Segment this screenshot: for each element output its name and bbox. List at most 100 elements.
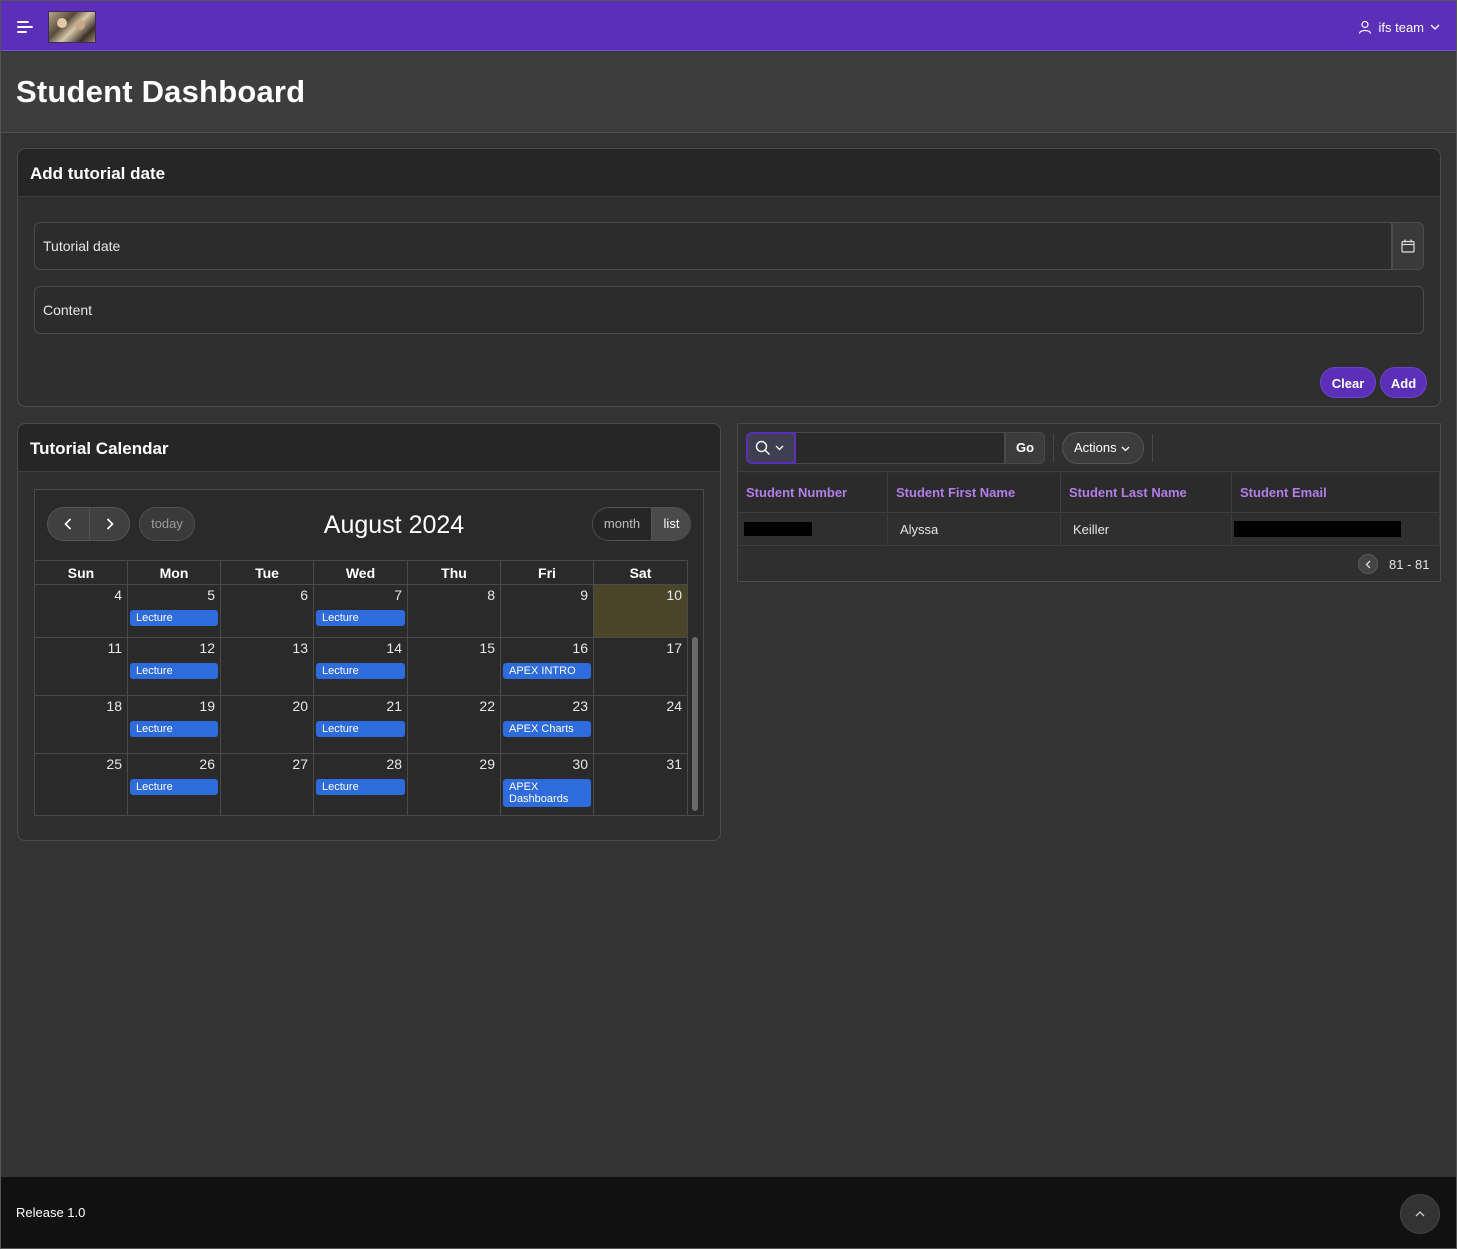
day-number[interactable]: 30 <box>572 756 588 772</box>
day-number[interactable]: 29 <box>479 756 495 772</box>
calendar-day[interactable]: 22 <box>408 696 501 753</box>
column-header[interactable]: Student First Name <box>888 473 1061 513</box>
calendar-day[interactable]: 29 <box>408 754 501 815</box>
day-number[interactable]: 9 <box>580 587 588 603</box>
calendar-day[interactable]: 17 <box>594 638 688 695</box>
calendar-day[interactable]: 13 <box>221 638 314 695</box>
title-bar: Student Dashboard <box>1 52 1456 133</box>
calendar-day[interactable]: 24 <box>594 696 688 753</box>
calendar-day[interactable]: 30 APEX Dashboards <box>501 754 594 815</box>
day-number[interactable]: 25 <box>106 756 122 772</box>
calendar-event[interactable]: APEX Charts <box>503 721 591 737</box>
calendar-day[interactable]: 21 Lecture <box>314 696 408 753</box>
day-number[interactable]: 11 <box>107 640 122 656</box>
app-logo[interactable] <box>48 11 96 43</box>
calendar-event[interactable]: Lecture <box>316 663 405 679</box>
day-number[interactable]: 16 <box>572 640 588 656</box>
column-header[interactable]: Student Number <box>738 473 888 513</box>
chevron-left-icon <box>1365 560 1371 569</box>
clear-button[interactable]: Clear <box>1320 367 1376 398</box>
day-number[interactable]: 10 <box>666 587 682 603</box>
day-number[interactable]: 20 <box>292 698 308 714</box>
today-button[interactable]: today <box>139 507 195 541</box>
calendar-day[interactable]: 14 Lecture <box>314 638 408 695</box>
calendar-day[interactable]: 6 <box>221 585 314 637</box>
add-button[interactable]: Add <box>1380 367 1427 398</box>
hamburger-menu-icon[interactable] <box>11 14 37 40</box>
prev-month-button[interactable] <box>48 508 89 540</box>
calendar-picker-button[interactable] <box>1392 222 1424 270</box>
tutorial-date-field[interactable]: Tutorial date <box>34 222 1392 270</box>
calendar-day[interactable]: 11 <box>35 638 128 695</box>
calendar: today August 2024 month list Sun Mon Tue We… <box>34 489 704 816</box>
next-month-button[interactable] <box>90 508 131 540</box>
day-number[interactable]: 5 <box>207 587 215 603</box>
calendar-day[interactable]: 9 <box>501 585 594 637</box>
user-icon <box>1359 20 1372 34</box>
day-number[interactable]: 14 <box>386 640 402 656</box>
calendar-day[interactable]: 12 Lecture <box>128 638 221 695</box>
calendar-event[interactable]: Lecture <box>316 721 405 737</box>
calendar-day[interactable]: 8 <box>408 585 501 637</box>
day-number[interactable]: 21 <box>386 698 402 714</box>
chevron-down-icon <box>775 445 784 451</box>
day-number[interactable]: 22 <box>479 698 495 714</box>
day-number[interactable]: 15 <box>479 640 495 656</box>
calendar-day[interactable]: 25 <box>35 754 128 815</box>
calendar-day[interactable]: 15 <box>408 638 501 695</box>
day-number[interactable]: 23 <box>572 698 588 714</box>
calendar-event[interactable]: Lecture <box>130 610 218 626</box>
table-cell: Keiller <box>1061 514 1232 546</box>
month-view-button[interactable]: month <box>593 508 651 540</box>
calendar-day[interactable]: 18 <box>35 696 128 753</box>
day-number[interactable]: 6 <box>300 587 308 603</box>
calendar-day[interactable]: 27 <box>221 754 314 815</box>
column-header[interactable]: Student Last Name <box>1061 473 1232 513</box>
day-number[interactable]: 19 <box>199 698 215 714</box>
day-number[interactable]: 8 <box>487 587 495 603</box>
calendar-day[interactable]: 26 Lecture <box>128 754 221 815</box>
weekday-label: Mon <box>128 561 221 585</box>
day-number[interactable]: 17 <box>666 640 682 656</box>
calendar-day[interactable]: 28 Lecture <box>314 754 408 815</box>
user-menu[interactable]: ifs team <box>1358 17 1440 37</box>
calendar-day[interactable]: 23 APEX Charts <box>501 696 594 753</box>
day-number[interactable]: 4 <box>114 587 122 603</box>
list-view-button[interactable]: list <box>651 508 690 540</box>
day-number[interactable]: 27 <box>292 756 308 772</box>
day-number[interactable]: 31 <box>666 756 682 772</box>
calendar-event[interactable]: Lecture <box>316 779 405 795</box>
calendar-day[interactable]: 20 <box>221 696 314 753</box>
day-number[interactable]: 26 <box>199 756 215 772</box>
previous-page-button[interactable] <box>1358 554 1378 574</box>
column-header[interactable]: Student Email <box>1232 473 1440 513</box>
day-number[interactable]: 12 <box>199 640 215 656</box>
content-field[interactable]: Content <box>34 286 1424 334</box>
calendar-event[interactable]: APEX INTRO <box>503 663 591 679</box>
page-title: Student Dashboard <box>16 74 306 109</box>
calendar-day-today[interactable]: 10 <box>594 585 688 637</box>
calendar-day[interactable]: 4 <box>35 585 128 637</box>
calendar-event[interactable]: Lecture <box>130 663 218 679</box>
pagination: 81 - 81 <box>1358 554 1438 576</box>
calendar-scrollbar[interactable] <box>692 585 698 815</box>
calendar-event[interactable]: Lecture <box>130 721 218 737</box>
day-number[interactable]: 13 <box>292 640 308 656</box>
day-number[interactable]: 18 <box>106 698 122 714</box>
day-number[interactable]: 28 <box>386 756 402 772</box>
calendar-day[interactable]: 31 <box>594 754 688 815</box>
calendar-day[interactable]: 5 Lecture <box>128 585 221 637</box>
search-column-selector[interactable] <box>746 432 796 464</box>
day-number[interactable]: 24 <box>666 698 682 714</box>
actions-menu-button[interactable]: Actions <box>1062 432 1144 464</box>
calendar-day[interactable]: 16 APEX INTRO <box>501 638 594 695</box>
calendar-event[interactable]: APEX Dashboards <box>503 779 591 807</box>
calendar-event[interactable]: Lecture <box>316 610 405 626</box>
scroll-to-top-button[interactable] <box>1400 1194 1440 1234</box>
day-number[interactable]: 7 <box>394 587 402 603</box>
search-input[interactable] <box>796 432 1005 464</box>
calendar-day[interactable]: 7 Lecture <box>314 585 408 637</box>
go-button[interactable]: Go <box>1005 432 1045 464</box>
calendar-event[interactable]: Lecture <box>130 779 218 795</box>
calendar-day[interactable]: 19 Lecture <box>128 696 221 753</box>
